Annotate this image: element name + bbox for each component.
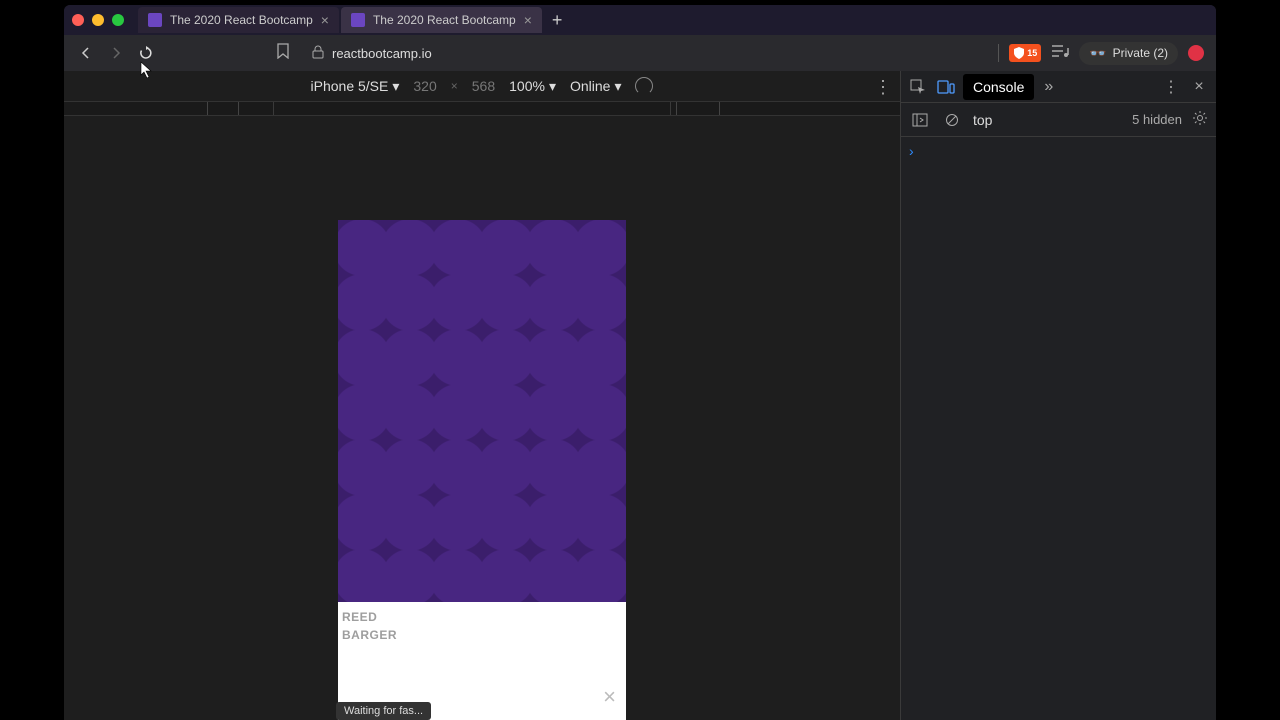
device-emulation-panel: iPhone 5/SE ▾ 320 × 568 100% ▾ Online ▾ … (64, 71, 900, 720)
chevron-left-icon (79, 46, 93, 60)
address-bar: reactbootcamp.io 15 👓 Private (2) (64, 35, 1216, 71)
console-settings-icon[interactable] (1192, 110, 1208, 129)
reload-button[interactable] (136, 43, 156, 63)
device-selector[interactable]: iPhone 5/SE ▾ (311, 78, 400, 95)
shield-badge[interactable]: 15 (1009, 44, 1041, 62)
console-prompt-icon: › (909, 143, 914, 159)
devtools-more-icon[interactable]: ⋮ (1160, 76, 1182, 98)
throttle-selector[interactable]: Online ▾ (570, 78, 622, 95)
browser-window: The 2020 React Bootcamp × The 2020 React… (64, 5, 1216, 720)
tab-favicon-icon (148, 13, 162, 27)
bookmark-icon[interactable] (276, 43, 290, 64)
status-bar: Waiting for fas... (336, 702, 431, 720)
forward-button[interactable] (106, 43, 126, 63)
close-window-button[interactable] (72, 14, 84, 26)
inspect-element-icon[interactable] (907, 76, 929, 98)
console-sidebar-toggle-icon[interactable] (909, 109, 931, 131)
url-text: reactbootcamp.io (332, 46, 432, 61)
device-viewport[interactable]: REED BARGER × (338, 220, 626, 720)
device-width-input[interactable]: 320 (413, 78, 436, 94)
tab-title: The 2020 React Bootcamp (373, 13, 516, 27)
tabs-overflow-icon[interactable]: » (1044, 78, 1053, 96)
brand-line-1: REED (342, 608, 397, 626)
minimize-window-button[interactable] (92, 14, 104, 26)
device-height-input[interactable]: 568 (472, 78, 495, 94)
reload-icon (138, 45, 154, 61)
playlist-icon[interactable] (1051, 44, 1069, 63)
shield-icon (1013, 46, 1025, 60)
console-toolbar: top 5 hidden (901, 103, 1216, 137)
devtools-tabstrip: Console » ⋮ × (901, 71, 1216, 103)
chevron-down-icon: ▾ (614, 78, 621, 95)
private-mode-badge[interactable]: 👓 Private (2) (1079, 42, 1178, 65)
chevron-right-icon (109, 46, 123, 60)
lock-icon (312, 45, 324, 62)
tab-favicon-icon (351, 13, 365, 27)
new-tab-button[interactable]: + (544, 10, 571, 31)
shield-count: 15 (1027, 48, 1037, 58)
throttle-value: Online (570, 78, 610, 94)
device-toolbar: iPhone 5/SE ▾ 320 × 568 100% ▾ Online ▾ … (64, 71, 900, 102)
content-area: iPhone 5/SE ▾ 320 × 568 100% ▾ Online ▾ … (64, 71, 1216, 720)
maximize-window-button[interactable] (112, 14, 124, 26)
zoom-value: 100% (509, 78, 545, 94)
hidden-messages-badge[interactable]: 5 hidden (1132, 112, 1182, 127)
profile-button[interactable] (1188, 45, 1204, 61)
device-toolbar-more-icon[interactable]: ⋮ (874, 77, 892, 98)
chevron-down-icon: ▾ (392, 78, 399, 95)
rotate-icon[interactable] (635, 77, 653, 95)
device-name: iPhone 5/SE (311, 78, 389, 94)
window-controls (72, 14, 124, 26)
back-button[interactable] (76, 43, 96, 63)
browser-tab[interactable]: The 2020 React Bootcamp × (138, 7, 339, 33)
clear-console-icon[interactable] (941, 109, 963, 131)
brand-text: REED BARGER (342, 608, 397, 644)
console-body[interactable]: › (901, 137, 1216, 720)
tab-title: The 2020 React Bootcamp (170, 13, 313, 27)
devtools-panel: Console » ⋮ × top 5 hidden (900, 71, 1216, 720)
viewport-wrap: REED BARGER × (64, 116, 900, 720)
tab-close-icon[interactable]: × (524, 12, 532, 28)
tab-strip: The 2020 React Bootcamp × The 2020 React… (64, 5, 1216, 35)
toolbar-right: 15 👓 Private (2) (998, 42, 1204, 65)
brand-line-2: BARGER (342, 626, 397, 644)
glasses-icon: 👓 (1089, 45, 1106, 62)
divider (998, 44, 999, 62)
ruler (64, 102, 900, 116)
url-bar[interactable]: reactbootcamp.io (312, 45, 988, 62)
browser-tab-active[interactable]: The 2020 React Bootcamp × (341, 7, 542, 33)
tab-console[interactable]: Console (963, 74, 1034, 100)
page-close-icon[interactable]: × (603, 684, 616, 710)
tab-close-icon[interactable]: × (321, 12, 329, 28)
chevron-down-icon: ▾ (549, 78, 556, 95)
dimension-separator: × (451, 79, 458, 93)
console-context-selector[interactable]: top (973, 112, 1122, 128)
private-label: Private (2) (1113, 46, 1168, 60)
zoom-selector[interactable]: 100% ▾ (509, 78, 556, 95)
device-toggle-icon[interactable] (935, 76, 957, 98)
devtools-close-icon[interactable]: × (1188, 76, 1210, 98)
